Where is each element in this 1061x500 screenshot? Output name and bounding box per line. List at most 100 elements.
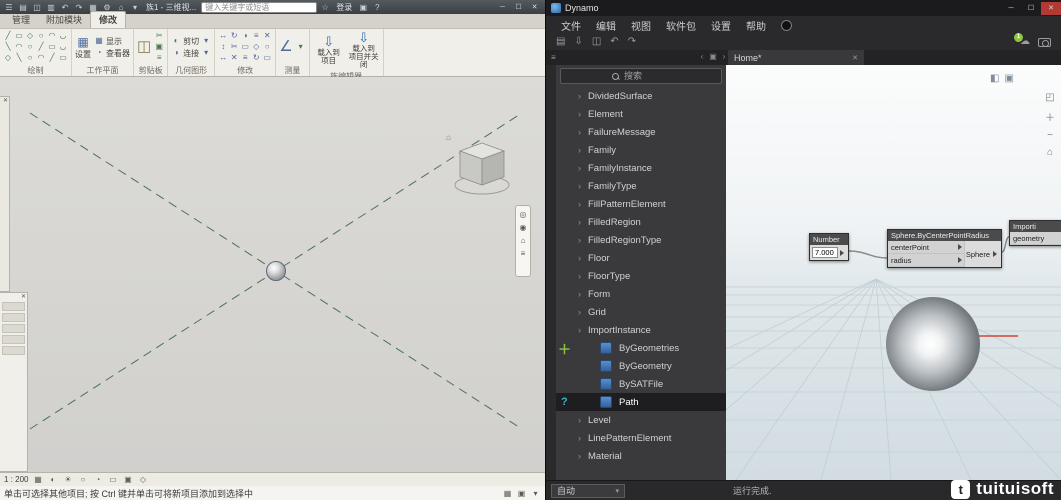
geometry-join-button[interactable]: 连接 [171, 48, 211, 59]
sun-path-icon[interactable] [62, 474, 73, 485]
geometry-view-icon[interactable] [990, 73, 999, 84]
library-item[interactable]: LinePatternElement [556, 429, 726, 447]
draw-tool-icon[interactable] [25, 53, 35, 63]
palette-row[interactable] [2, 335, 25, 344]
library-item-bygeometries[interactable]: ByGeometries [556, 339, 726, 357]
modify-tool-icon[interactable] [218, 53, 228, 63]
reset-view-icon[interactable] [1047, 147, 1053, 158]
tab-scroll-left-icon[interactable] [698, 52, 706, 61]
notifications-icon[interactable] [781, 20, 792, 31]
maximize-icon[interactable] [511, 2, 526, 13]
measure-icon[interactable] [279, 39, 292, 55]
filter-icon[interactable] [530, 488, 541, 499]
library-item[interactable]: FloorType [556, 267, 726, 285]
draw-polygon-icon[interactable] [25, 31, 35, 41]
draw-tool-icon[interactable] [47, 53, 57, 63]
delete-icon[interactable] [262, 31, 272, 41]
tab-addins[interactable]: 附加模块 [38, 12, 90, 28]
run-mode-dropdown[interactable]: 自动 [551, 484, 625, 498]
input-port-icon[interactable] [958, 244, 962, 250]
view-cube[interactable] [450, 135, 514, 201]
zoom-out-icon[interactable] [1047, 130, 1053, 141]
align-icon[interactable] [251, 31, 261, 41]
output-port-icon[interactable] [993, 251, 997, 257]
tab-modify[interactable]: 修改 [90, 11, 126, 28]
tab-list-icon[interactable] [709, 52, 717, 61]
crop-region-icon[interactable] [107, 474, 118, 485]
trim-icon[interactable] [240, 42, 250, 52]
modify-tool-icon[interactable] [229, 53, 239, 63]
library-item-importinstance[interactable]: ImportInstance [556, 321, 726, 339]
crop-view-icon[interactable] [92, 474, 103, 485]
draw-line-icon[interactable] [3, 31, 13, 41]
menu-edit[interactable]: 编辑 [596, 18, 616, 33]
menu-help[interactable]: 帮助 [746, 18, 766, 33]
close-icon[interactable] [0, 293, 27, 300]
zoom-in-icon[interactable] [1045, 109, 1055, 124]
sphere-geometry[interactable] [266, 261, 286, 281]
library-item[interactable]: Element [556, 105, 726, 123]
library-item[interactable]: Material [556, 447, 726, 465]
tab-manage[interactable]: 管理 [4, 12, 38, 28]
output-port-icon[interactable] [840, 250, 844, 256]
library-item[interactable]: FamilyInstance [556, 159, 726, 177]
save-icon[interactable] [31, 2, 43, 13]
minimize-icon[interactable] [495, 2, 510, 13]
open-file-icon[interactable] [574, 36, 582, 48]
modify-tool-icon[interactable] [251, 53, 261, 63]
search-input[interactable] [201, 2, 317, 13]
new-file-icon[interactable] [556, 36, 565, 48]
library-item-bygeometry[interactable]: ByGeometry [556, 357, 726, 375]
geometry-cut-button[interactable]: 剪切 [171, 36, 211, 47]
draw-spline-icon[interactable] [14, 42, 24, 52]
library-item[interactable]: Form [556, 285, 726, 303]
export-image-camera-icon[interactable] [1038, 38, 1051, 47]
save-icon[interactable] [592, 36, 601, 48]
tab-scroll-right-icon[interactable] [720, 52, 728, 61]
viewcube-home-icon[interactable] [446, 133, 451, 142]
help-question-icon[interactable] [561, 396, 568, 408]
number-node[interactable]: Number [809, 233, 849, 261]
menu-packages[interactable]: 软件包 [666, 18, 696, 33]
cloud-sync-icon[interactable]: 1 [1020, 36, 1030, 48]
undo-icon[interactable] [610, 36, 618, 48]
help-icon[interactable] [371, 2, 383, 13]
offset-icon[interactable] [218, 42, 228, 52]
library-item[interactable]: FailureMessage [556, 123, 726, 141]
close-icon[interactable] [0, 97, 9, 104]
split-icon[interactable] [229, 42, 239, 52]
collapsed-browser-palette[interactable] [0, 292, 28, 472]
favorites-star-icon[interactable] [319, 2, 331, 13]
draw-tool-icon[interactable] [36, 53, 46, 63]
print-icon[interactable] [45, 2, 57, 13]
close-icon[interactable] [527, 2, 542, 13]
visual-style-icon[interactable] [47, 474, 58, 485]
steering-wheel-icon[interactable] [520, 210, 527, 219]
close-icon[interactable] [1041, 2, 1061, 15]
maximize-icon[interactable] [1021, 2, 1041, 15]
view-scale[interactable]: 1 : 200 [4, 475, 28, 484]
draw-ellipse-icon[interactable] [25, 42, 35, 52]
app-menu-icon[interactable] [3, 2, 15, 13]
draw-tool-icon[interactable] [47, 42, 57, 52]
library-item[interactable]: FillPatternElement [556, 195, 726, 213]
fit-view-icon[interactable] [1045, 92, 1054, 103]
draw-arc-icon[interactable] [47, 31, 57, 41]
input-port-radius[interactable]: radius [888, 254, 965, 267]
draw-fillet-arc-icon[interactable] [58, 31, 68, 41]
draw-rectangle-icon[interactable] [14, 31, 24, 41]
nav-menu-icon[interactable] [521, 249, 526, 258]
draw-pick-line-icon[interactable] [3, 42, 13, 52]
output-port-sphere[interactable]: Sphere [965, 241, 1001, 267]
match-type-icon[interactable] [154, 53, 164, 63]
tab-home[interactable]: Home* [728, 50, 864, 65]
shadows-icon[interactable] [77, 474, 88, 485]
menu-settings[interactable]: 设置 [711, 18, 731, 33]
chevron-down-icon[interactable] [296, 42, 306, 52]
palette-row[interactable] [2, 346, 25, 355]
tab-close-icon[interactable] [852, 54, 858, 62]
design-options-icon[interactable] [516, 488, 527, 499]
redo-icon[interactable] [628, 36, 636, 48]
nav-home-icon[interactable] [521, 236, 526, 245]
move-icon[interactable] [218, 31, 228, 41]
